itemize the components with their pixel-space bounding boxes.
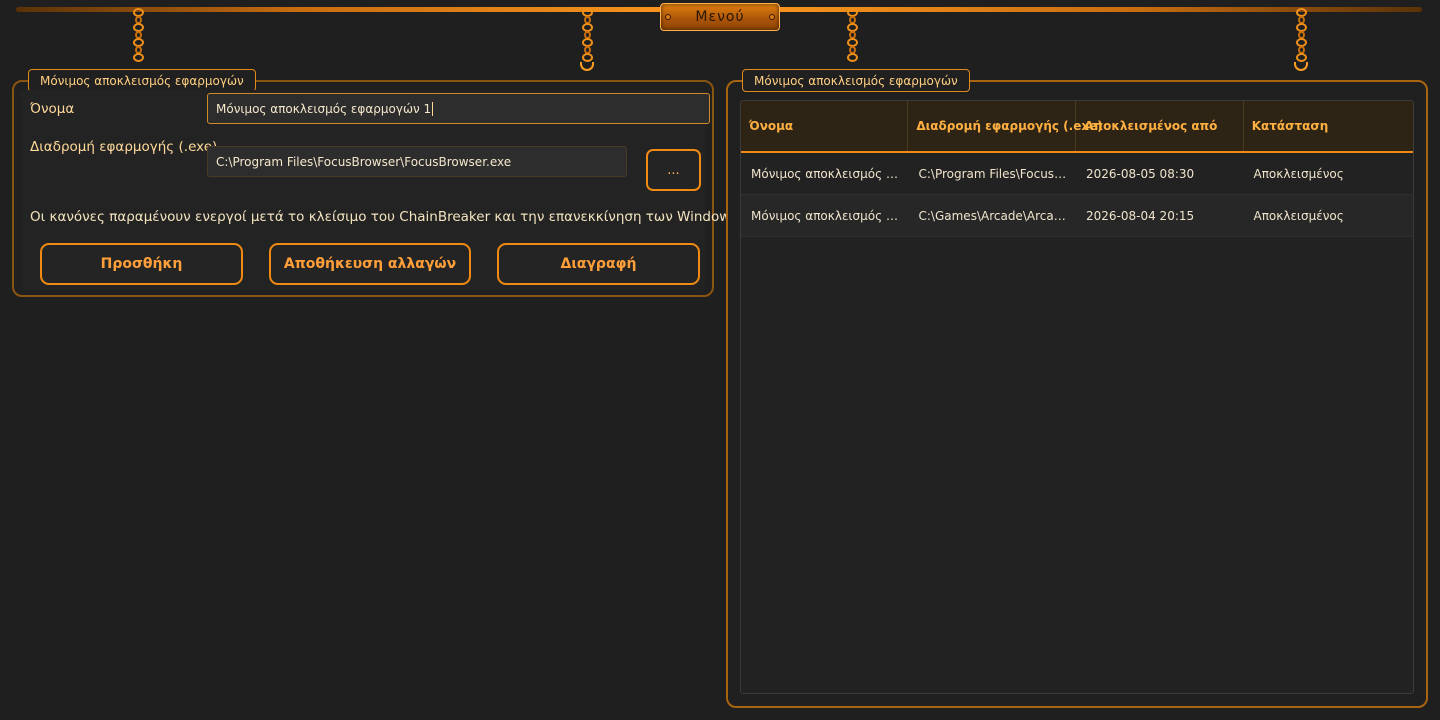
cell-status: Αποκλεισμένος bbox=[1253, 208, 1344, 223]
cell-name: Μόνιμος αποκλεισμός εφ... bbox=[751, 166, 909, 181]
text-caret bbox=[432, 101, 434, 116]
name-input[interactable]: Μόνιμος αποκλεισμός εφαρμογών 1 bbox=[207, 93, 710, 124]
app-window: Μενού Μόνιμος αποκλεισμός εφαρμογών Όνομ… bbox=[0, 0, 1440, 720]
column-header-path[interactable]: Διαδρομή εφαρμογής (.exe) bbox=[908, 101, 1103, 151]
chain-decoration bbox=[580, 8, 594, 80]
blocked-apps-panel: Μόνιμος αποκλεισμός εφαρμογών Όνομα Διαδ… bbox=[726, 69, 1428, 708]
table-header: Όνομα Διαδρομή εφαρμογής (.exe) Αποκλεισ… bbox=[741, 101, 1413, 153]
delete-button[interactable]: Διαγραφή bbox=[497, 243, 700, 285]
column-header-blocked-since[interactable]: Αποκλεισμένος από bbox=[1076, 101, 1244, 151]
rivet-icon bbox=[769, 14, 775, 20]
list-panel-title: Μόνιμος αποκλεισμός εφαρμογών bbox=[742, 69, 970, 92]
editor-form: Όνομα Μόνιμος αποκλεισμός εφαρμογών 1 Δι… bbox=[21, 90, 742, 290]
cell-path: C:\Program Files\FocusBr... bbox=[918, 166, 1077, 181]
persistence-note: Οι κανόνες παραμένουν ενεργοί μετά το κλ… bbox=[30, 209, 742, 225]
blocked-apps-table: Όνομα Διαδρομή εφαρμογής (.exe) Αποκλεισ… bbox=[740, 100, 1414, 694]
name-label: Όνομα bbox=[30, 101, 75, 117]
chain-decoration bbox=[1294, 8, 1308, 80]
path-label: Διαδρομή εφαρμογής (.exe) bbox=[30, 139, 218, 155]
rivet-icon bbox=[665, 14, 671, 20]
column-header-name[interactable]: Όνομα bbox=[741, 101, 909, 151]
cell-name: Μόνιμος αποκλεισμός εφ... bbox=[751, 208, 909, 223]
menu-label: Μενού bbox=[695, 9, 745, 25]
save-changes-button[interactable]: Αποθήκευση αλλαγών bbox=[269, 243, 471, 285]
cell-blocked-since: 2026-08-05 08:30 bbox=[1086, 166, 1195, 181]
add-button[interactable]: Προσθήκη bbox=[40, 243, 243, 285]
editor-panel-title: Μόνιμος αποκλεισμός εφαρμογών bbox=[28, 69, 256, 92]
name-input-value: Μόνιμος αποκλεισμός εφαρμογών 1 bbox=[216, 101, 432, 116]
path-input[interactable]: C:\Program Files\FocusBrowser\FocusBrows… bbox=[207, 146, 627, 177]
browse-button[interactable]: ... bbox=[646, 149, 701, 191]
cell-path: C:\Games\Arcade\Arcade.... bbox=[918, 208, 1077, 223]
column-header-status[interactable]: Κατάσταση bbox=[1244, 101, 1413, 151]
table-row[interactable]: Μόνιμος αποκλεισμός εφ... C:\Games\Arcad… bbox=[741, 195, 1413, 237]
path-input-value: C:\Program Files\FocusBrowser\FocusBrows… bbox=[216, 154, 512, 169]
cell-status: Αποκλεισμένος bbox=[1253, 166, 1344, 181]
table-row[interactable]: Μόνιμος αποκλεισμός εφ... C:\Program Fil… bbox=[741, 153, 1413, 195]
editor-panel: Μόνιμος αποκλεισμός εφαρμογών Όνομα Μόνι… bbox=[12, 69, 742, 297]
menu-button[interactable]: Μενού bbox=[660, 3, 780, 31]
cell-blocked-since: 2026-08-04 20:15 bbox=[1086, 208, 1195, 223]
